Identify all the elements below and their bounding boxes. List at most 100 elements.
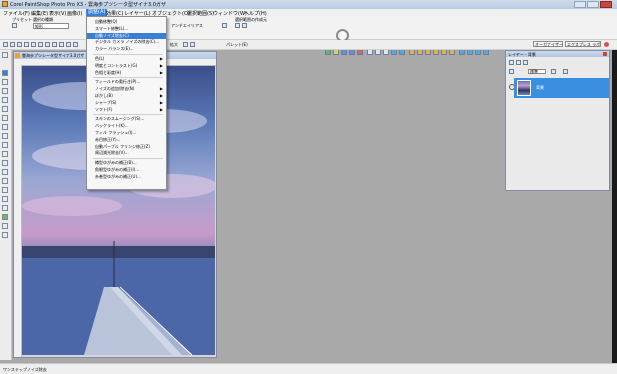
layers-close-icon[interactable] (603, 52, 607, 56)
adjust-menu-item[interactable]: 明度とコントラスト(G) ▶ (87, 63, 166, 69)
toolbar-icon-12[interactable] (190, 42, 195, 47)
adjust-menu-item[interactable]: フィールドの奥行き(P)... (87, 79, 166, 85)
layers-palette-header: レイヤー - 背景 (506, 51, 609, 57)
picture-tube-tool-icon[interactable] (2, 196, 8, 202)
submenu-arrow-icon: ▶ (159, 99, 163, 105)
adjust-menu-item[interactable]: 赤目修正(Y)... (87, 137, 166, 143)
adjust-menu-item[interactable]: 自動ノイズ除去(C) (87, 32, 166, 39)
adjust-menu-item[interactable]: 魚眼型ゆがみの補正(I)... (87, 167, 166, 173)
adjust-menu-item[interactable]: ノイズの追加/除去(N) ▶ (87, 86, 166, 92)
layer-visibility-icon[interactable] (509, 69, 514, 74)
adjust-menu-item[interactable]: スマート修整(L)... (87, 26, 166, 32)
express-lab-button-label: エクスプレス ラボ (567, 42, 601, 47)
adjust-menu-item[interactable]: バックライト(K)... (87, 123, 166, 129)
menu-separator (93, 77, 163, 79)
selection-type-select[interactable]: 矩形 (33, 23, 69, 29)
image-window-icon (15, 53, 20, 58)
layer-link-icon[interactable] (563, 69, 568, 74)
help-icon[interactable] (604, 42, 609, 47)
adjust-menu-item-label: 自動修整(Q) (95, 19, 118, 24)
straighten-tool-icon[interactable] (2, 97, 8, 103)
flood-fill-tool-icon[interactable] (2, 205, 8, 211)
organizer-button[interactable]: オーガナイザー (533, 41, 563, 47)
adjust-menu-item[interactable]: シャープ(S) ▶ (87, 100, 166, 106)
paint-brush-tool-icon[interactable] (2, 169, 8, 175)
adjust-menu-item[interactable]: ぼかし(B) ▶ (87, 93, 166, 99)
text-tool-icon[interactable] (2, 214, 8, 220)
menu-adjust[interactable]: 調整(A) (86, 9, 108, 16)
adjust-menu-item[interactable]: 周辺減光除去(V)... (87, 150, 166, 156)
toolbar-icon-10[interactable] (66, 42, 71, 47)
selection-type-value: 矩形 (35, 24, 43, 29)
submenu-arrow-icon: ▶ (159, 86, 163, 92)
toolbar-icon-9[interactable] (59, 42, 64, 47)
selection-mode-icon[interactable] (235, 23, 240, 28)
zoom-label[interactable]: 拡大 (170, 42, 178, 48)
express-lab-button[interactable]: エクスプレス ラボ (565, 41, 601, 47)
adjust-menu-item[interactable]: 樽型ゆがみの補正(B)... (87, 160, 166, 166)
color-replacer-tool-icon[interactable] (2, 160, 8, 166)
adjust-menu-item-label: デジタル カメラ ノイズの除去(C)... (95, 39, 160, 45)
adjust-menu-item-label: ソフト(F) (95, 106, 113, 112)
preset-shape-tool-icon[interactable] (2, 223, 8, 229)
adjust-menu-item-label: 明度とコントラスト(G) (95, 62, 138, 68)
submenu-arrow-icon: ▶ (159, 69, 163, 75)
adjust-menu-item[interactable]: デジタル カメラ ノイズの除去(C)... (87, 39, 166, 45)
menu-separator (93, 158, 163, 160)
organizer-button-label: オーガナイザー (535, 42, 563, 47)
blend-mode-select[interactable]: 標準 (528, 69, 546, 74)
layer-lock-icon[interactable] (551, 69, 556, 74)
red-eye-tool-icon[interactable] (2, 106, 8, 112)
toolbar-icon-8[interactable] (52, 42, 57, 47)
toolbar-icon-4[interactable] (24, 42, 29, 47)
maximize-button[interactable] (587, 1, 599, 8)
clear-icon[interactable] (222, 23, 227, 28)
vertical-ruler (14, 65, 22, 357)
pen-tool-icon[interactable] (2, 232, 8, 238)
toolbar-icon-11[interactable] (73, 42, 78, 47)
app-icon (2, 1, 8, 7)
submenu-arrow-icon: ▶ (159, 56, 163, 61)
clone-tool-icon[interactable] (2, 124, 8, 130)
window-title: Corel PaintShop Photo Pro X3 - 雲海歩プツシータ型… (10, 2, 166, 8)
minimize-button[interactable] (574, 1, 586, 8)
adjust-menu-item[interactable]: カラー バランス(E)... (87, 46, 166, 52)
adjust-menu-item[interactable]: 色相と彩度(H) ▶ (87, 70, 166, 76)
submenu-arrow-icon: ▶ (159, 93, 163, 98)
adjust-menu-item[interactable]: フィル フラッシュ(I)... (87, 130, 166, 136)
layer-mask-icon[interactable] (516, 60, 521, 65)
toolbar-icon-5[interactable] (31, 42, 36, 47)
layer-delete-icon[interactable] (523, 60, 528, 65)
eraser-tool-icon[interactable] (2, 187, 8, 193)
adjust-menu-item[interactable]: 自動修整(Q) (87, 19, 166, 25)
close-button[interactable] (600, 1, 612, 8)
toolbar-icon-1[interactable] (3, 42, 8, 47)
palette-label[interactable]: パレット(E) (226, 42, 248, 48)
move-tool-icon[interactable] (2, 79, 8, 85)
toolbar-icon-7[interactable] (45, 42, 50, 47)
zoom-icon[interactable] (183, 42, 188, 47)
toolbar-icon-3[interactable] (17, 42, 22, 47)
layer-row-background[interactable]: 背景 (514, 78, 609, 98)
brightness-tool-icon[interactable] (2, 133, 8, 139)
toolbar-icon-6[interactable] (38, 42, 43, 47)
layers-palette: レイヤー - 背景 標準 背景 (505, 50, 610, 191)
selection-layer-icon[interactable] (242, 23, 247, 28)
makeover-tool-icon[interactable] (2, 115, 8, 121)
toolbar-icon-2[interactable] (10, 42, 15, 47)
adjust-menu-item[interactable]: 糸巻型ゆがみの補正(U)... (87, 174, 166, 180)
adjust-menu-item-label: カラー バランス(E)... (95, 46, 134, 52)
adjust-menu-item[interactable]: スキンのスムージング(S)... (87, 116, 166, 122)
adjust-menu-item[interactable]: 色(L) ▶ (87, 56, 166, 62)
adjust-menu-item[interactable]: 自動パープル フリンジ修正(Z) (87, 144, 166, 150)
preset-icon[interactable] (12, 23, 17, 28)
dodge-tool-icon[interactable] (2, 142, 8, 148)
adjust-menu-item[interactable]: ソフト(F) ▶ (87, 107, 166, 113)
pan-tool-icon[interactable] (2, 52, 8, 58)
selection-tool-icon[interactable] (2, 70, 8, 76)
layer-new-icon[interactable] (509, 60, 514, 65)
smudge-tool-icon[interactable] (2, 151, 8, 157)
crop-tool-icon[interactable] (2, 88, 8, 94)
adjust-menu-item-label: 魚眼型ゆがみの補正(I)... (95, 167, 140, 172)
warp-brush-tool-icon[interactable] (2, 178, 8, 184)
